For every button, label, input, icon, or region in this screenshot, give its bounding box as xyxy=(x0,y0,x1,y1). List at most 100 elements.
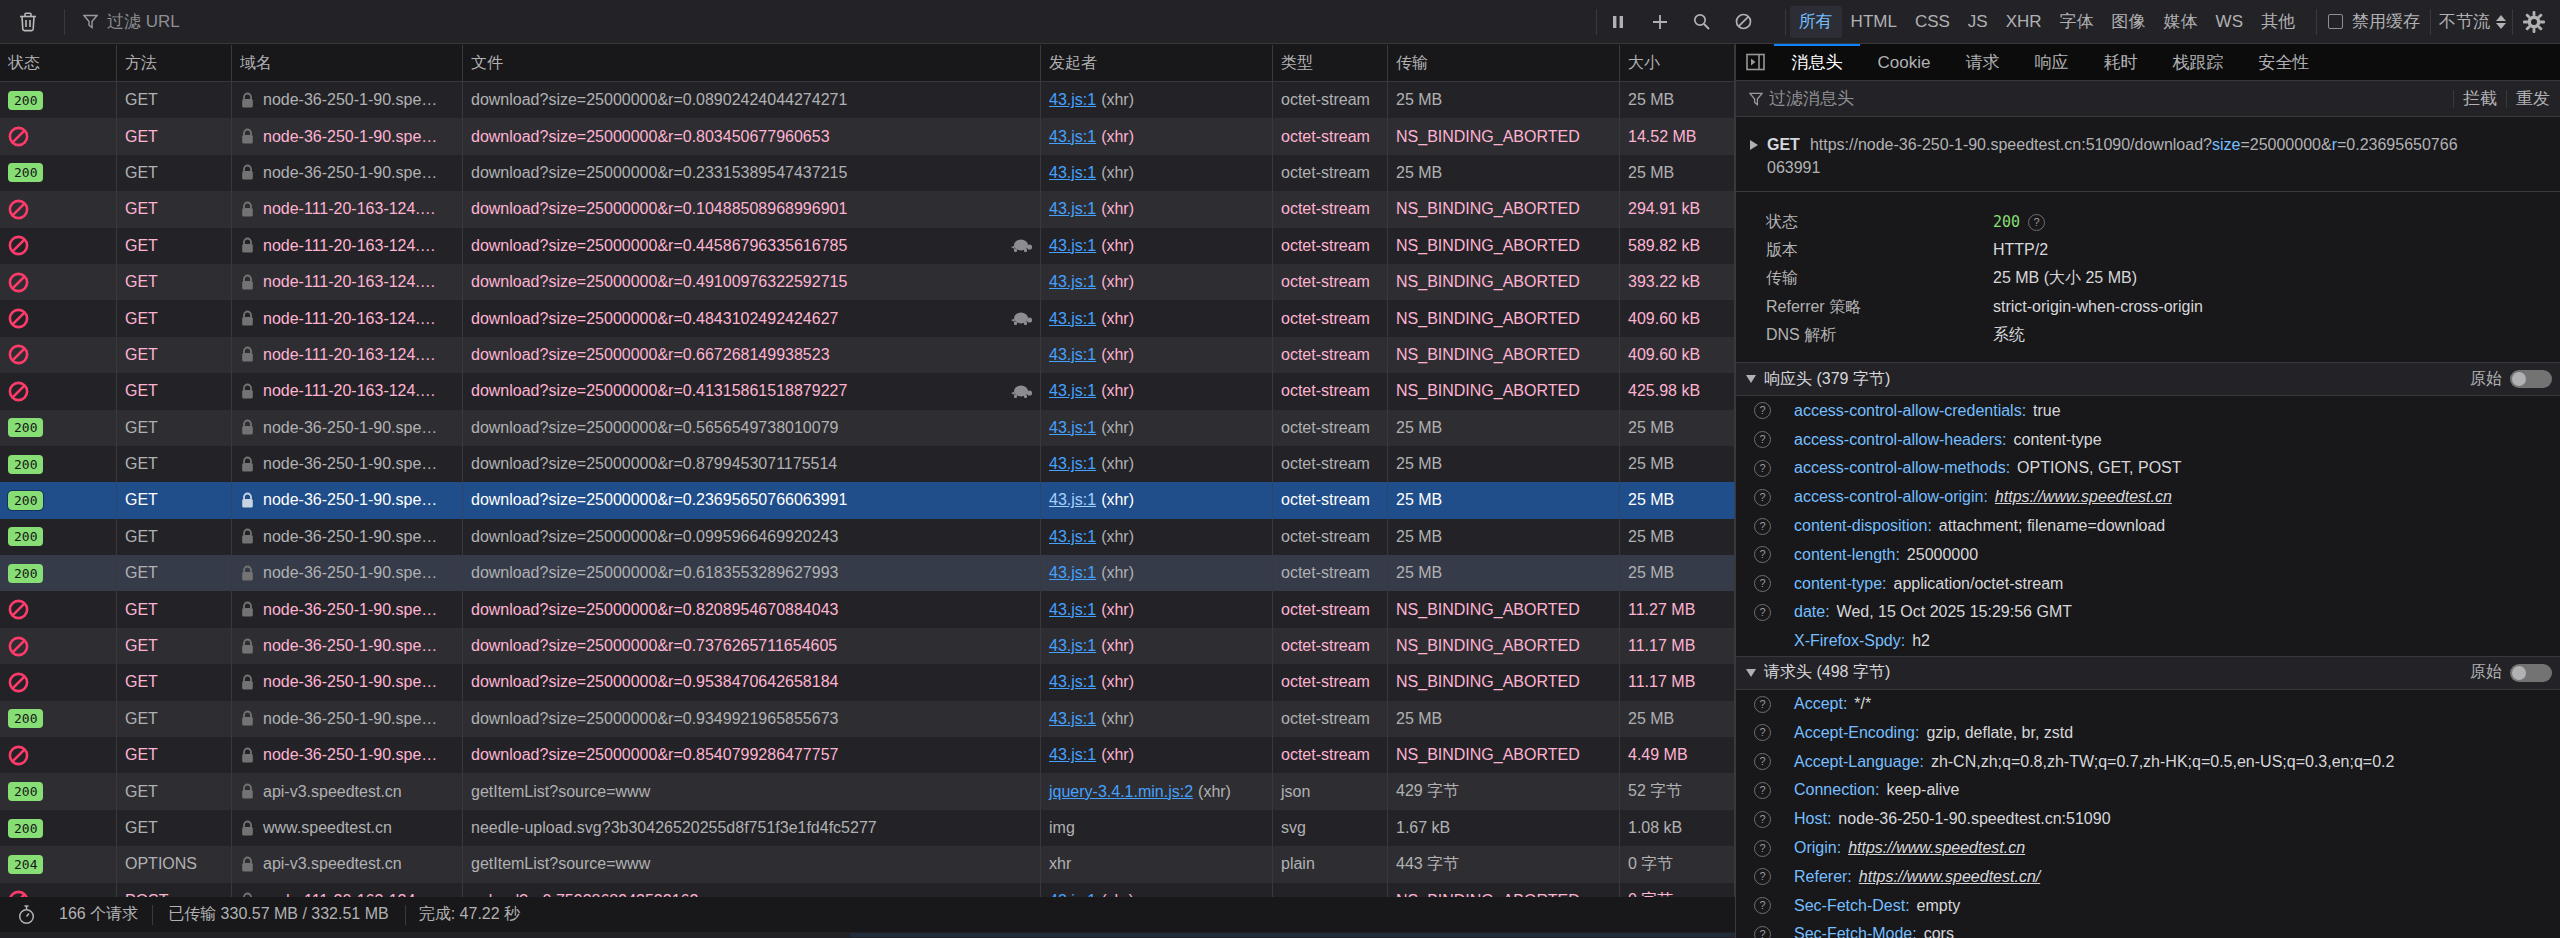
help-icon[interactable]: ? xyxy=(1754,604,1771,621)
header-row[interactable]: ?content-length:25000000 xyxy=(1736,540,2560,569)
response-raw-toggle[interactable] xyxy=(2510,370,2552,388)
table-row[interactable]: GETnode-111-20-163-124.…download?size=25… xyxy=(0,337,1735,373)
help-icon[interactable]: ? xyxy=(1754,753,1771,770)
table-row[interactable]: GETnode-36-250-1-90.spe…download?size=25… xyxy=(0,591,1735,627)
help-icon[interactable]: ? xyxy=(1754,926,1771,938)
search-button[interactable] xyxy=(1690,13,1714,30)
table-row[interactable]: GETnode-111-20-163-124.…download?size=25… xyxy=(0,228,1735,264)
header-row[interactable]: ?Accept-Encoding:gzip, deflate, br, zstd xyxy=(1736,718,2560,747)
detail-tab-栈跟踪[interactable]: 栈跟踪 xyxy=(2155,44,2241,81)
header-row[interactable]: ?Host:node-36-250-1-90.speedtest.cn:5109… xyxy=(1736,805,2560,834)
block-url-button[interactable]: 拦截 xyxy=(2454,87,2506,110)
help-icon[interactable]: ? xyxy=(1754,489,1771,506)
header-row[interactable]: ?Accept-Language:zh-CN,zh;q=0.8,zh-TW;q=… xyxy=(1736,747,2560,776)
help-icon[interactable]: ? xyxy=(1754,575,1771,592)
type-tab-HTML[interactable]: HTML xyxy=(1842,6,1906,38)
request-raw-toggle[interactable] xyxy=(2510,664,2552,682)
help-icon[interactable]: ? xyxy=(1754,402,1771,419)
initiator-link[interactable]: 43.js:1 xyxy=(1049,491,1096,509)
type-tab-字体[interactable]: 字体 xyxy=(2051,6,2103,38)
header-row[interactable]: ?access-control-allow-origin:https://www… xyxy=(1736,483,2560,512)
header-row[interactable]: ?Connection:keep-alive xyxy=(1736,776,2560,805)
table-row[interactable]: GETnode-36-250-1-90.spe…download?size=25… xyxy=(0,737,1735,773)
table-row[interactable]: 200GETnode-36-250-1-90.spe…download?size… xyxy=(0,82,1735,118)
table-row[interactable]: 200GETnode-36-250-1-90.spe…download?size… xyxy=(0,701,1735,737)
initiator-link[interactable]: 43.js:1 xyxy=(1049,91,1096,109)
request-headers-section[interactable]: 请求头 (498 字节) 原始 xyxy=(1736,656,2560,690)
initiator-link[interactable]: 43.js:1 xyxy=(1049,346,1096,364)
initiator-link[interactable]: 43.js:1 xyxy=(1049,419,1096,437)
header-row[interactable]: ?Origin:https://www.speedtest.cn xyxy=(1736,834,2560,863)
initiator-link[interactable]: jquery-3.4.1.min.js:2 xyxy=(1049,783,1193,801)
block-request-button[interactable] xyxy=(1732,13,1756,30)
split-panel-icon[interactable] xyxy=(1746,53,1766,71)
table-row[interactable]: POSTnode-111-20-163-124.…upload?r=0.7593… xyxy=(0,883,1735,897)
header-row[interactable]: X-Firefox-Spdy:h2 xyxy=(1736,627,2560,656)
column-header-3[interactable]: 文件 xyxy=(463,45,1041,81)
throttle-select[interactable]: 不节流 xyxy=(2439,10,2490,33)
table-row[interactable]: GETnode-36-250-1-90.spe…download?size=25… xyxy=(0,118,1735,154)
pause-recording-button[interactable] xyxy=(1606,15,1630,29)
initiator-link[interactable]: 43.js:1 xyxy=(1049,128,1096,146)
table-row[interactable]: GETnode-111-20-163-124.…download?size=25… xyxy=(0,300,1735,336)
detail-tab-Cookie[interactable]: Cookie xyxy=(1860,44,1948,81)
help-icon[interactable]: ? xyxy=(1754,431,1771,448)
initiator-link[interactable]: 43.js:1 xyxy=(1049,200,1096,218)
type-tab-CSS[interactable]: CSS xyxy=(1906,6,1959,38)
type-tab-WS[interactable]: WS xyxy=(2207,6,2252,38)
header-row[interactable]: ?access-control-allow-methods:OPTIONS, G… xyxy=(1736,454,2560,483)
table-row[interactable]: GETnode-36-250-1-90.spe…download?size=25… xyxy=(0,664,1735,700)
column-header-0[interactable]: 状态 xyxy=(0,45,117,81)
header-row[interactable]: ?Sec-Fetch-Dest:empty xyxy=(1736,891,2560,920)
disable-cache-label[interactable]: 禁用缓存 xyxy=(2352,10,2420,33)
help-icon[interactable]: ? xyxy=(1754,868,1771,885)
help-icon[interactable]: ? xyxy=(1754,696,1771,713)
header-row[interactable]: ?Sec-Fetch-Mode:cors xyxy=(1736,920,2560,938)
initiator-link[interactable]: 43.js:1 xyxy=(1049,564,1096,582)
column-header-5[interactable]: 类型 xyxy=(1273,45,1388,81)
table-row[interactable]: 204OPTIONSapi-v3.speedtest.cngetItemList… xyxy=(0,846,1735,882)
header-row[interactable]: ?date:Wed, 15 Oct 2025 15:29:56 GMT xyxy=(1736,598,2560,627)
column-header-4[interactable]: 发起者 xyxy=(1041,45,1273,81)
detail-tab-请求[interactable]: 请求 xyxy=(1948,44,2017,81)
column-header-2[interactable]: 域名 xyxy=(232,45,463,81)
headers-filter-input[interactable]: 过滤消息头 xyxy=(1769,87,2453,110)
header-row[interactable]: ?Accept:*/* xyxy=(1736,690,2560,719)
initiator-link[interactable]: 43.js:1 xyxy=(1049,310,1096,328)
type-tab-JS[interactable]: JS xyxy=(1959,6,1997,38)
settings-button[interactable] xyxy=(2523,11,2545,33)
initiator-link[interactable]: 43.js:1 xyxy=(1049,382,1096,400)
type-tab-媒体[interactable]: 媒体 xyxy=(2155,6,2207,38)
table-row[interactable]: 200GETnode-36-250-1-90.spe…download?size… xyxy=(0,155,1735,191)
table-row[interactable]: 200GETapi-v3.speedtest.cngetItemList?sou… xyxy=(0,773,1735,809)
table-row[interactable]: GETnode-36-250-1-90.spe…download?size=25… xyxy=(0,628,1735,664)
help-icon[interactable]: ? xyxy=(1754,840,1771,857)
collapse-request-headers-icon[interactable] xyxy=(1746,669,1756,677)
expand-url-icon[interactable] xyxy=(1750,140,1758,150)
table-row[interactable]: GETnode-111-20-163-124.…download?size=25… xyxy=(0,264,1735,300)
initiator-link[interactable]: 43.js:1 xyxy=(1049,237,1096,255)
table-row[interactable]: 200GETwww.speedtest.cnneedle-upload.svg?… xyxy=(0,810,1735,846)
header-row[interactable]: ?access-control-allow-credentials:true xyxy=(1736,396,2560,425)
detail-tab-响应[interactable]: 响应 xyxy=(2017,44,2086,81)
table-row[interactable]: 200GETnode-36-250-1-90.spe…download?size… xyxy=(0,410,1735,446)
table-row[interactable]: 200GETnode-36-250-1-90.spe…download?size… xyxy=(0,446,1735,482)
help-icon[interactable]: ? xyxy=(1754,897,1771,914)
initiator-link[interactable]: 43.js:1 xyxy=(1049,746,1096,764)
detail-tab-消息头[interactable]: 消息头 xyxy=(1774,44,1860,81)
help-icon[interactable]: ? xyxy=(1754,460,1771,477)
header-row[interactable]: ?access-control-allow-headers:content-ty… xyxy=(1736,425,2560,454)
initiator-link[interactable]: 43.js:1 xyxy=(1049,273,1096,291)
request-url-block[interactable]: GEThttps://node-36-250-1-90.speedtest.cn… xyxy=(1736,117,2560,192)
column-header-1[interactable]: 方法 xyxy=(117,45,232,81)
initiator-link[interactable]: 43.js:1 xyxy=(1049,601,1096,619)
initiator-link[interactable]: 43.js:1 xyxy=(1049,528,1096,546)
type-tab-其他[interactable]: 其他 xyxy=(2252,6,2304,38)
table-row[interactable]: 200GETnode-36-250-1-90.spe…download?size… xyxy=(0,519,1735,555)
header-row[interactable]: ?content-type:application/octet-stream xyxy=(1736,569,2560,598)
disable-cache-checkbox[interactable] xyxy=(2328,14,2343,29)
clear-requests-button[interactable] xyxy=(18,12,38,32)
initiator-link[interactable]: 43.js:1 xyxy=(1049,164,1096,182)
initiator-link[interactable]: 43.js:1 xyxy=(1049,455,1096,473)
detail-tab-安全性[interactable]: 安全性 xyxy=(2241,44,2327,81)
